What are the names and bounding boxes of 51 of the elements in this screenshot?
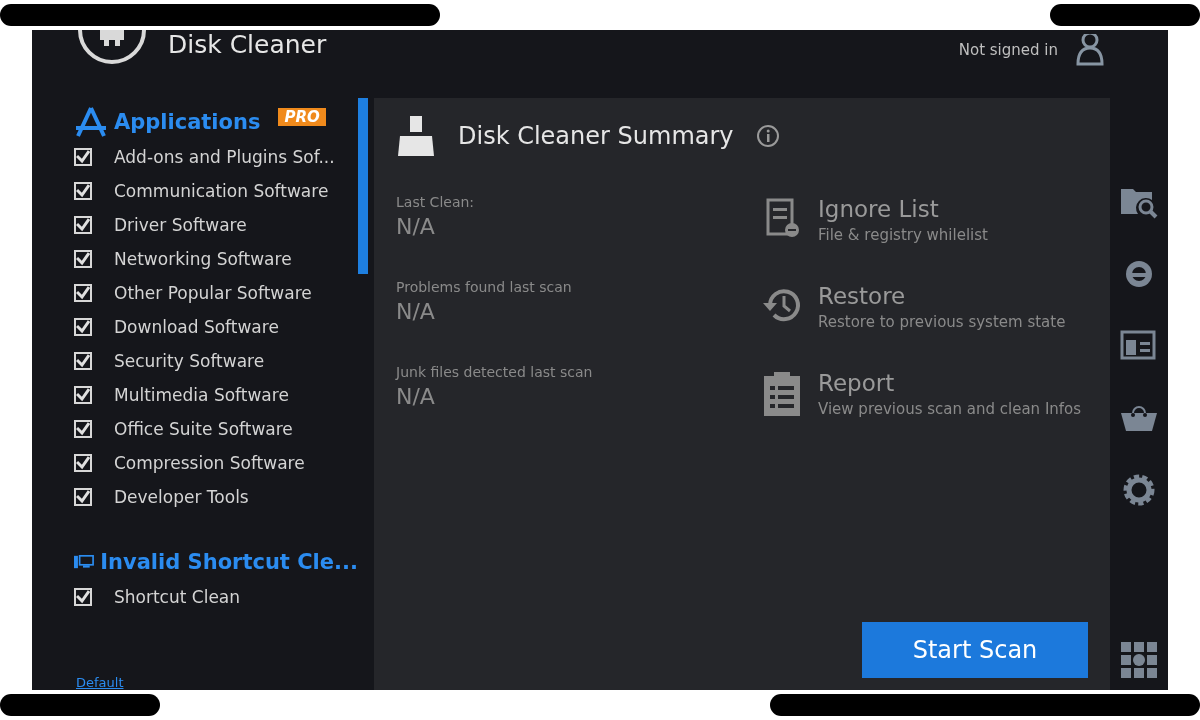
category-item: Developer Tools — [114, 487, 249, 507]
action-title[interactable]: Restore — [818, 283, 1066, 309]
action-description: Restore to previous system state — [818, 313, 1066, 331]
scrollbar-thumb[interactable] — [358, 98, 368, 274]
stat-value: N/A — [396, 384, 436, 409]
category-item: Compression Software — [114, 453, 305, 473]
category-item: Communication Software — [114, 181, 329, 201]
basket-icon[interactable] — [1120, 403, 1158, 433]
category-heading[interactable]: Applications — [114, 110, 261, 134]
action-title[interactable]: Ignore List — [818, 196, 988, 222]
stat-label: Problems found last scan — [396, 279, 573, 295]
category-item: Driver Software — [114, 215, 247, 235]
category-item: Download Software — [114, 317, 279, 337]
category-heading[interactable]: Invalid Shortcut Cle... — [100, 550, 358, 574]
stat-value: N/A — [396, 214, 436, 239]
account-status: Not signed in — [958, 41, 1058, 59]
pro-badge: PRO — [278, 108, 326, 126]
default-link[interactable]: Default — [76, 675, 124, 690]
app-store-icon — [74, 106, 108, 138]
action-description: View previous scan and clean Infos — [818, 400, 1082, 418]
category-item: Other Popular Software — [114, 283, 312, 303]
info-icon[interactable] — [755, 124, 780, 148]
checkbox[interactable] — [74, 488, 92, 506]
category-item: Shortcut Clean — [114, 587, 241, 607]
category-item: Multimedia Software — [114, 385, 289, 405]
summary-title: Disk Cleaner Summary — [458, 122, 734, 150]
settings-icon[interactable] — [1121, 472, 1157, 508]
checkbox[interactable] — [74, 250, 92, 268]
action-title[interactable]: Report — [818, 370, 1082, 396]
checkbox[interactable] — [74, 318, 92, 336]
checkbox[interactable] — [74, 386, 92, 404]
stat-label: Junk files detected last scan — [396, 364, 594, 380]
checkbox[interactable] — [74, 588, 92, 606]
start-scan-button[interactable]: Start Scan — [862, 622, 1088, 678]
grid-icon[interactable] — [1121, 642, 1157, 678]
checkbox[interactable] — [74, 352, 92, 370]
checkbox[interactable] — [74, 284, 92, 302]
checkbox[interactable] — [74, 216, 92, 234]
action-description: File & registry whilelist — [818, 226, 988, 244]
stat-label: Last Clean: — [396, 194, 476, 210]
checkbox[interactable] — [74, 454, 92, 472]
category-item: Office Suite Software — [114, 419, 293, 439]
checkbox[interactable] — [74, 420, 92, 438]
category-item: Add-ons and Plugins Sof... — [114, 147, 335, 167]
category-item: Networking Software — [114, 249, 292, 269]
checkbox[interactable] — [74, 148, 92, 166]
window-title: Disk Cleaner — [168, 30, 327, 60]
category-item: Security Software — [114, 351, 265, 371]
checkbox[interactable] — [74, 182, 92, 200]
stat-value: N/A — [396, 299, 436, 324]
news-icon[interactable] — [1120, 330, 1158, 362]
